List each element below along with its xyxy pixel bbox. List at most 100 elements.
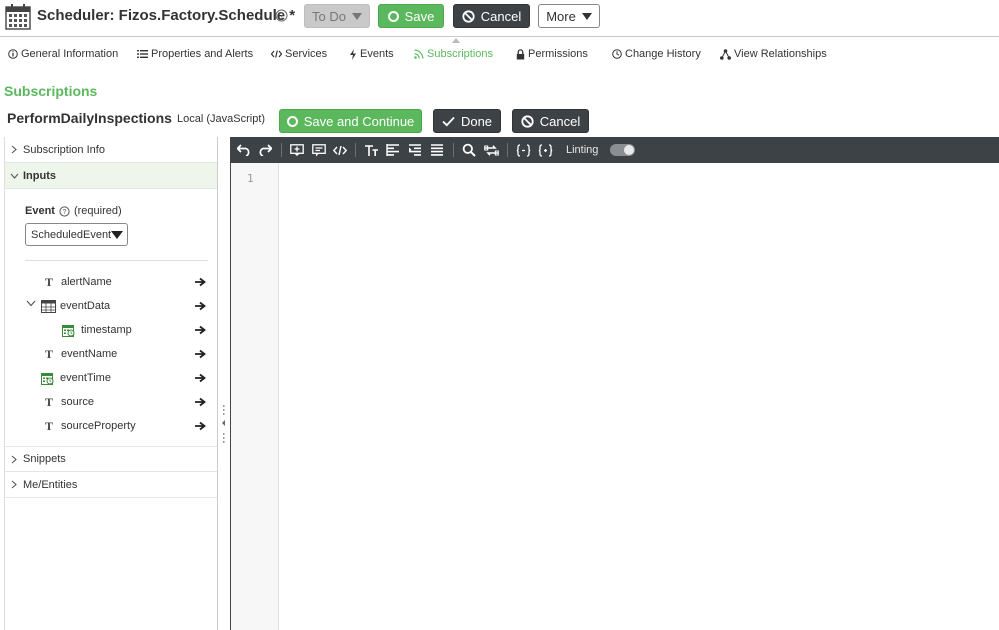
toggle-knob: [624, 145, 634, 155]
justify-button[interactable]: [429, 142, 445, 158]
align-right-button[interactable]: [407, 142, 423, 158]
cancel-subscription-button[interactable]: Cancel: [512, 109, 589, 133]
tab-view-relationships[interactable]: View Relationships: [720, 48, 827, 60]
replace-button[interactable]: [483, 142, 499, 158]
arrow-right-icon[interactable]: [195, 349, 207, 359]
arrow-right-icon[interactable]: [195, 421, 207, 431]
arrow-right-icon[interactable]: [195, 325, 207, 335]
text-type-icon: T: [44, 346, 53, 361]
align-left-button[interactable]: [385, 142, 401, 158]
header-bar: Scheduler: Fizos.Factory.Schedule * ? To…: [0, 0, 999, 37]
cancel-button[interactable]: Cancel: [453, 4, 530, 28]
me-entities-header[interactable]: Me/Entities: [5, 472, 218, 498]
field-sourceproperty[interactable]: T sourceProperty: [42, 417, 136, 435]
tab-label: Change History: [625, 48, 701, 60]
braces-expand-icon: [538, 143, 552, 157]
subscription-info-label: Subscription Info: [23, 143, 105, 156]
font-size-button[interactable]: [363, 142, 379, 158]
left-panel: Subscription Info Inputs Event ? (requir…: [4, 137, 218, 630]
panel-splitter[interactable]: [217, 137, 230, 630]
page-title: Scheduler: Fizos.Factory.Schedule *: [37, 7, 296, 24]
section-title: Subscriptions: [4, 83, 98, 99]
check-icon: [442, 116, 455, 126]
fold-button[interactable]: [515, 142, 531, 158]
field-source[interactable]: T source: [42, 393, 94, 411]
code-icon: [271, 50, 282, 58]
field-eventtime[interactable]: eventTime: [41, 369, 111, 387]
cancel-label: Cancel: [480, 8, 522, 24]
event-select[interactable]: ScheduledEvent: [25, 223, 128, 246]
arrow-right-icon[interactable]: [195, 301, 207, 311]
field-alertname[interactable]: T alertName: [42, 273, 112, 291]
undo-button[interactable]: [236, 142, 252, 158]
comment-button[interactable]: [311, 142, 327, 158]
tab-general-information[interactable]: General Information: [8, 48, 118, 60]
tab-change-history[interactable]: Change History: [612, 48, 701, 60]
divider: [25, 260, 208, 261]
inputs-header[interactable]: Inputs: [5, 163, 218, 189]
calendar-icon: [5, 4, 31, 30]
field-name: timestamp: [81, 324, 132, 336]
code-icon: [333, 145, 347, 155]
save-button[interactable]: Save: [378, 4, 444, 28]
linting-toggle[interactable]: [610, 144, 635, 156]
redo-icon: [259, 144, 272, 156]
todo-button[interactable]: To Do: [304, 4, 370, 28]
redo-button[interactable]: [257, 142, 273, 158]
done-button[interactable]: Done: [433, 109, 501, 133]
editor-toolbar: Linting: [231, 137, 999, 163]
lock-icon: [516, 48, 525, 59]
caret-down-icon: [111, 230, 124, 239]
save-and-continue-button[interactable]: Save and Continue: [279, 109, 422, 133]
chevron-right-icon: [11, 480, 17, 489]
comment-icon: [312, 143, 326, 156]
subscription-info-header[interactable]: Subscription Info: [5, 137, 218, 163]
ban-icon: [521, 114, 534, 128]
search-button[interactable]: [461, 142, 477, 158]
circle-icon: [286, 115, 298, 127]
replace-icon: [483, 144, 499, 156]
tab-label: View Relationships: [734, 48, 827, 60]
tab-events[interactable]: Events: [349, 48, 394, 60]
more-label: More: [546, 8, 576, 24]
tab-permissions[interactable]: Permissions: [516, 48, 588, 60]
drag-handle-icon: [222, 405, 225, 443]
datetime-icon: [41, 372, 54, 385]
chevron-down-icon[interactable]: [26, 300, 36, 307]
insert-icon: [290, 143, 304, 156]
text-type-icon: T: [44, 274, 53, 289]
arrow-right-icon[interactable]: [195, 397, 207, 407]
save-and-continue-label: Save and Continue: [303, 113, 415, 129]
linting-label: Linting: [566, 144, 599, 156]
more-button[interactable]: More: [538, 4, 600, 28]
ban-icon: [462, 9, 475, 23]
arrow-right-icon[interactable]: [195, 373, 207, 383]
table-icon: [41, 299, 56, 313]
arrow-right-icon[interactable]: [195, 277, 207, 287]
help-icon[interactable]: ?: [59, 205, 70, 217]
help-icon[interactable]: ?: [275, 9, 288, 22]
subscription-language: Local (JavaScript): [177, 113, 266, 125]
line-number: 1: [247, 172, 254, 185]
field-eventname[interactable]: T eventName: [42, 345, 117, 363]
inputs-label: Inputs: [23, 169, 56, 182]
tab-services[interactable]: Services: [271, 48, 327, 60]
unfold-button[interactable]: [537, 142, 553, 158]
me-entities-label: Me/Entities: [23, 478, 78, 491]
tab-properties-and-alerts[interactable]: Properties and Alerts: [137, 48, 253, 60]
network-icon: [720, 48, 731, 60]
chevron-right-icon: [11, 455, 17, 463]
code-input-area[interactable]: [280, 163, 999, 630]
field-timestamp[interactable]: timestamp: [62, 321, 132, 339]
snippets-header[interactable]: Snippets: [5, 446, 218, 472]
insert-block-button[interactable]: [289, 142, 305, 158]
tab-subscriptions[interactable]: Subscriptions: [414, 48, 493, 60]
svg-text:?: ?: [279, 12, 284, 21]
tab-label: Services: [285, 48, 328, 60]
todo-label: To Do: [312, 8, 346, 24]
toolbar-separator: [453, 143, 454, 157]
subscription-name: PerformDailyInspections: [7, 110, 172, 126]
field-name: alertName: [61, 276, 112, 288]
field-eventdata[interactable]: eventData: [41, 297, 110, 315]
code-tag-button[interactable]: [332, 142, 348, 158]
